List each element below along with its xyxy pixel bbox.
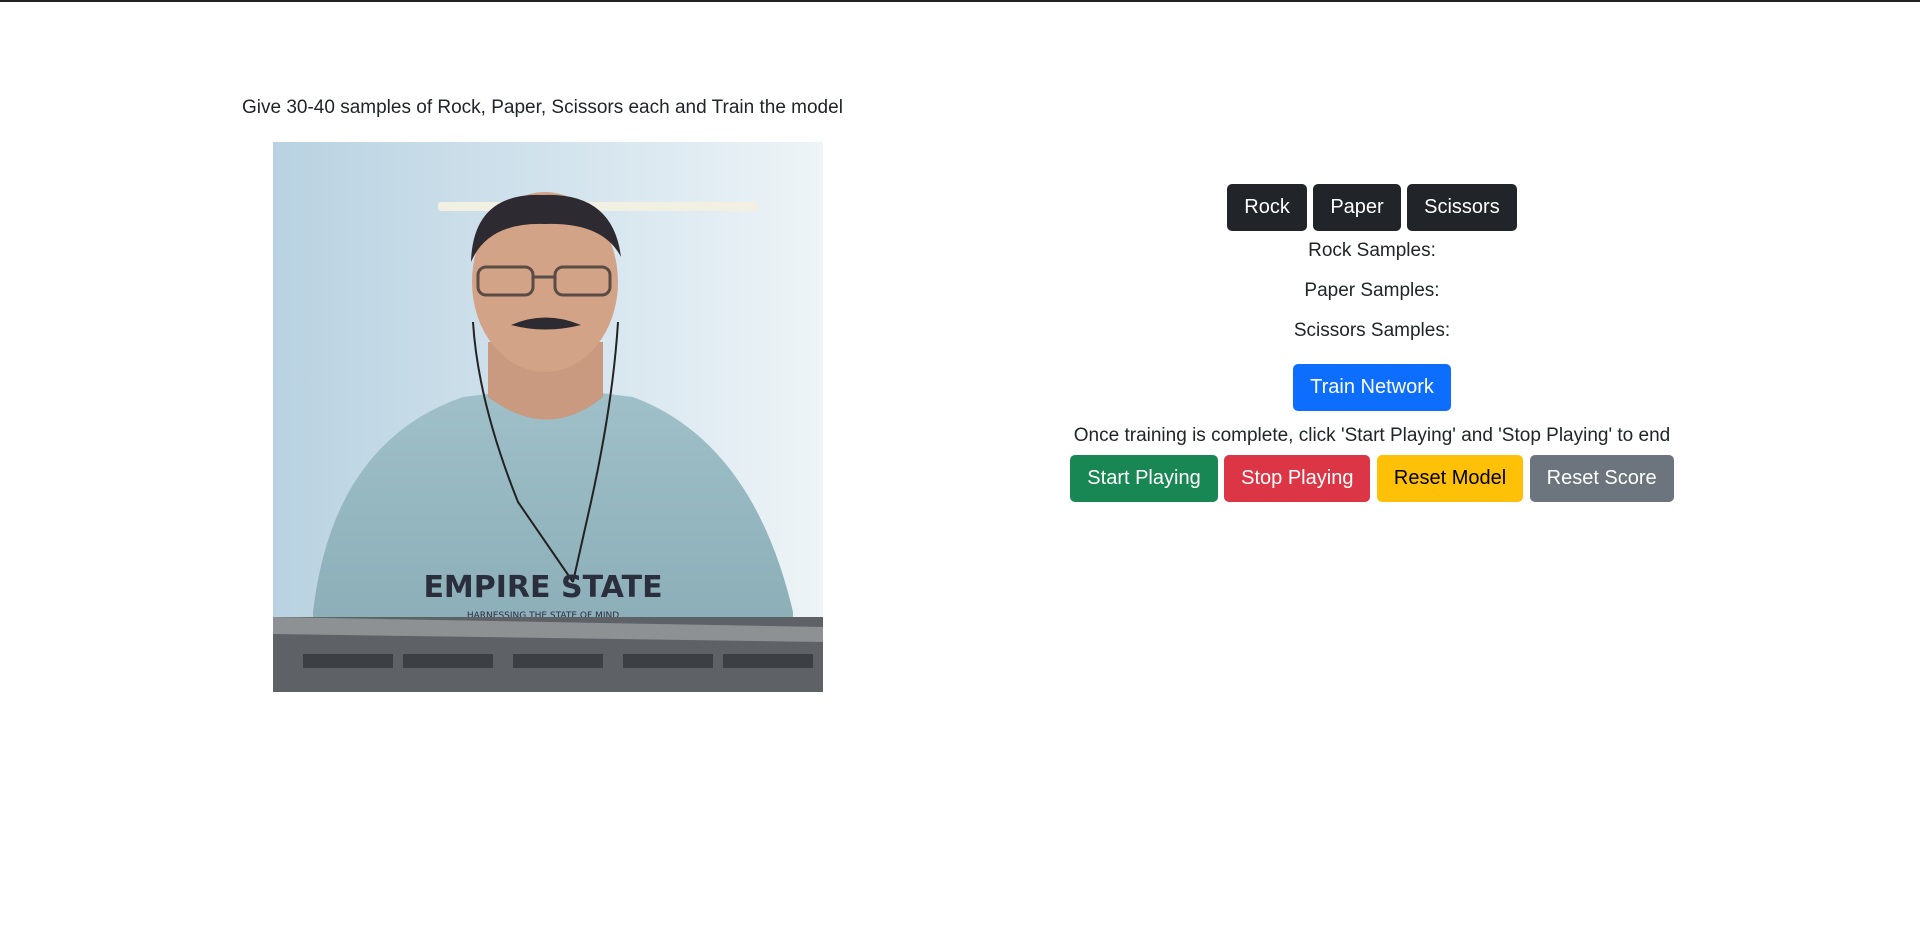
controls-panel: Rock Paper Scissors Rock Samples: Paper … <box>1000 184 1744 502</box>
sample-buttons-row: Rock Paper Scissors <box>1000 184 1744 231</box>
play-instructions: Once training is complete, click 'Start … <box>1073 425 1671 446</box>
paper-samples-line: Paper Samples: <box>1000 271 1744 311</box>
shirt-text: EMPIRE STATE <box>423 570 662 605</box>
scissors-button[interactable]: Scissors <box>1407 184 1517 231</box>
play-buttons-row: Start Playing Stop Playing Reset Model R… <box>1000 455 1744 502</box>
rock-samples-label: Rock Samples: <box>1308 240 1436 261</box>
scissors-samples-label: Scissors Samples: <box>1293 320 1451 341</box>
train-row: Train Network <box>1000 364 1744 411</box>
rock-samples-line: Rock Samples: <box>1000 231 1744 271</box>
start-playing-button[interactable]: Start Playing <box>1070 455 1218 502</box>
stop-playing-button[interactable]: Stop Playing <box>1224 455 1371 502</box>
paper-button[interactable]: Paper <box>1313 184 1401 231</box>
webcam-feed: EMPIRE STATE HARNESSING THE STATE OF MIN… <box>273 142 823 692</box>
top-border <box>0 0 1920 2</box>
instructions-text: Give 30-40 samples of Rock, Paper, Sciss… <box>242 97 843 118</box>
scissors-samples-line: Scissors Samples: <box>1000 311 1744 351</box>
rock-button[interactable]: Rock <box>1227 184 1307 231</box>
paper-samples-label: Paper Samples: <box>1304 280 1440 301</box>
reset-score-button[interactable]: Reset Score <box>1529 455 1674 502</box>
train-network-button[interactable]: Train Network <box>1293 364 1451 411</box>
webcam-frame-illustration: EMPIRE STATE HARNESSING THE STATE OF MIN… <box>273 142 823 692</box>
reset-model-button[interactable]: Reset Model <box>1376 455 1524 502</box>
